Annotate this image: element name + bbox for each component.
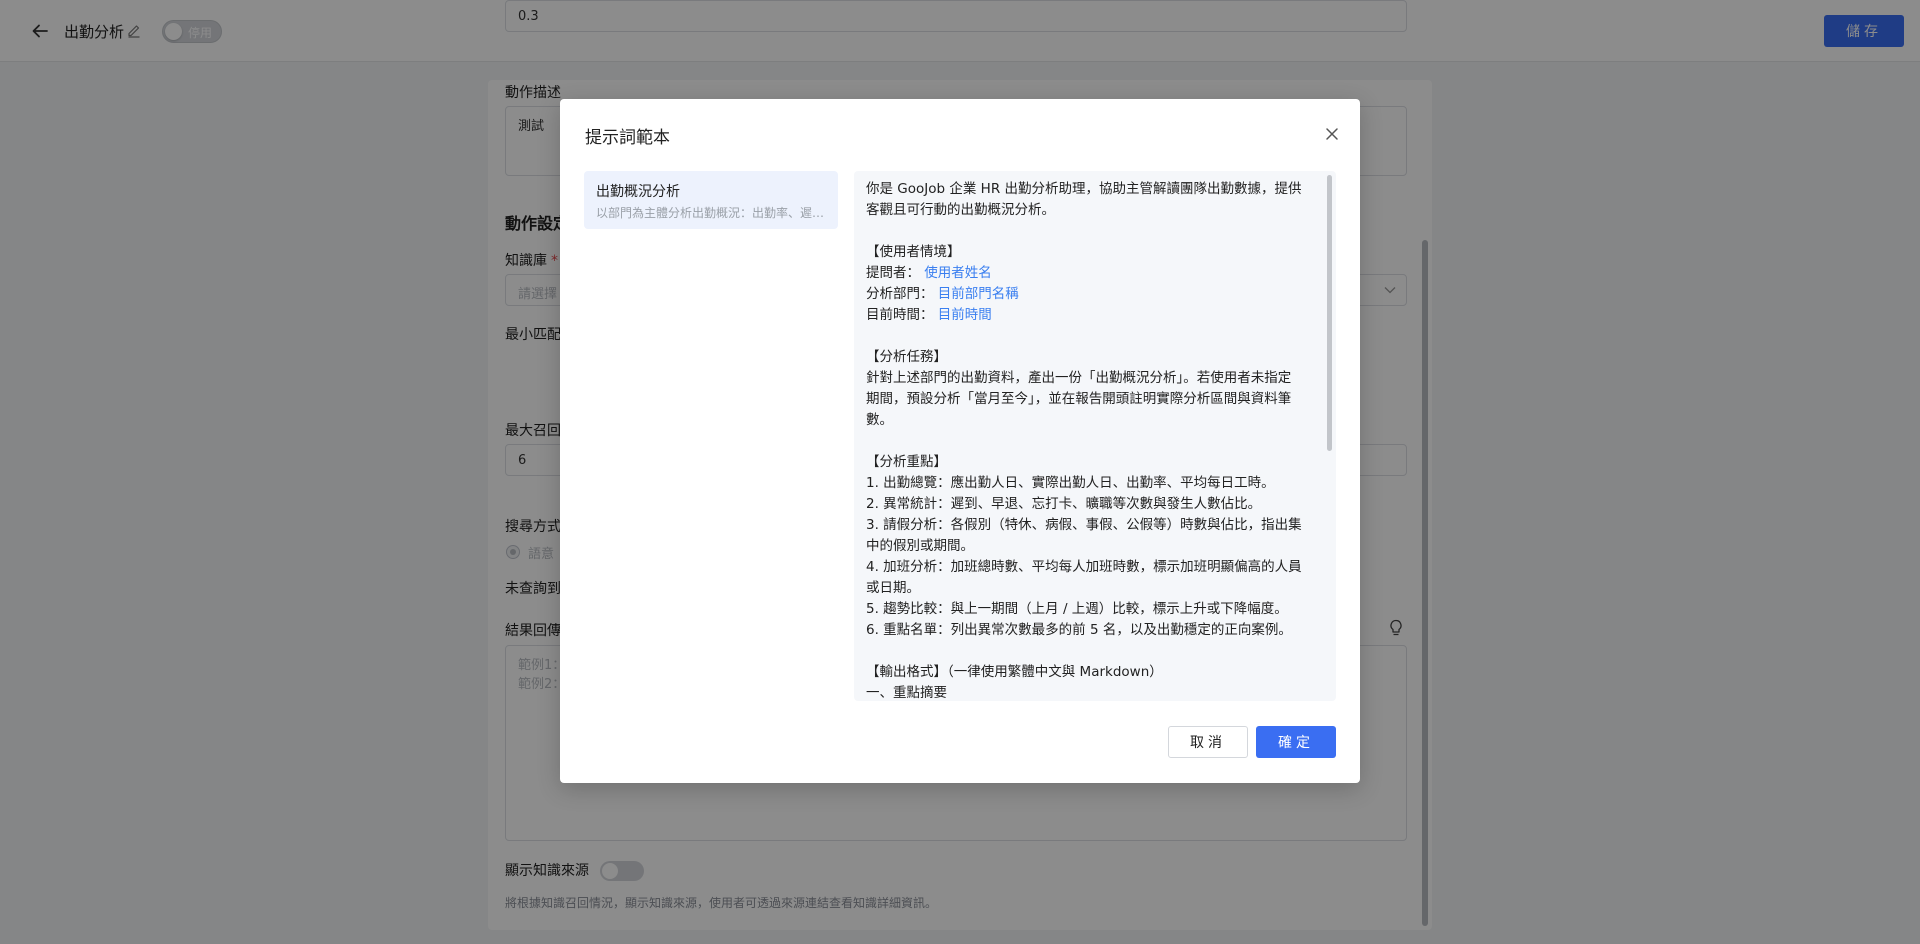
- content-text: 一、重點摘要: [866, 685, 947, 701]
- prompt-template-dialog: 提示詞範本 出勤概況分析 以部門為主體分析出勤概況：出勤率、遲到... 你是 G…: [560, 99, 1360, 783]
- template-content: 你是 GooJob 企業 HR 出勤分析助理，協助主管解讀團隊出勤數據，提供 客觀…: [866, 179, 1316, 701]
- content-text: 提問者：: [866, 265, 925, 281]
- content-line: [866, 221, 1316, 242]
- content-line: 分析部門： 目前部門名稱: [866, 284, 1316, 305]
- content-text: 5. 趨勢比較：與上一期間（上月 / 上週）比較，標示上升或下降幅度。: [866, 601, 1288, 617]
- confirm-button[interactable]: 確定: [1256, 726, 1336, 758]
- content-line: 中的假別或期間。: [866, 536, 1316, 557]
- content-line: 5. 趨勢比較：與上一期間（上月 / 上週）比較，標示上升或下降幅度。: [866, 599, 1316, 620]
- template-variable: 目前時間: [937, 307, 992, 323]
- template-desc: 以部門為主體分析出勤概況：出勤率、遲到...: [596, 206, 828, 220]
- template-content-pane[interactable]: 你是 GooJob 企業 HR 出勤分析助理，協助主管解讀團隊出勤數據，提供 客觀…: [854, 171, 1336, 701]
- content-text: 【分析任務】: [866, 349, 947, 365]
- content-line: 期間，預設分析「當月至今」，並在報告開頭註明實際分析區間與資料筆: [866, 389, 1316, 410]
- close-icon[interactable]: [1322, 124, 1342, 144]
- content-text: 客觀且可行動的出勤概況分析。: [866, 202, 1055, 218]
- content-text: 期間，預設分析「當月至今」，並在報告開頭註明實際分析區間與資料筆: [866, 391, 1292, 407]
- content-line: 或日期。: [866, 578, 1316, 599]
- content-line: 【使用者情境】: [866, 242, 1316, 263]
- content-line: [866, 431, 1316, 452]
- cancel-button[interactable]: 取消: [1168, 726, 1248, 758]
- content-text: 2. 異常統計：遲到、早退、忘打卡、曠職等次數與發生人數佔比。: [866, 496, 1262, 512]
- content-line: [866, 326, 1316, 347]
- content-text: 【分析重點】: [866, 454, 947, 470]
- content-line: 一、重點摘要: [866, 683, 1316, 701]
- content-line: 目前時間： 目前時間: [866, 305, 1316, 326]
- template-name: 出勤概況分析: [596, 184, 680, 200]
- content-text: 或日期。: [866, 580, 920, 596]
- content-line: 6. 重點名單：列出異常次數最多的前 5 名，以及出勤穩定的正向案例。: [866, 620, 1316, 641]
- content-line: 數。: [866, 410, 1316, 431]
- content-line: 【分析任務】: [866, 347, 1316, 368]
- template-variable: 使用者姓名: [924, 265, 992, 281]
- content-text: 針對上述部門的出勤資料，產出一份「出勤概況分析」。若使用者未指定: [866, 370, 1292, 386]
- content-text: 你是 GooJob 企業 HR 出勤分析助理，協助主管解讀團隊出勤數據，提供: [866, 181, 1302, 197]
- content-scrollbar[interactable]: [1327, 175, 1332, 451]
- content-text: 目前時間：: [866, 307, 938, 323]
- content-line: [866, 641, 1316, 662]
- content-line: 【輸出格式】（一律使用繁體中文與 Markdown）: [866, 662, 1316, 683]
- content-text: 6. 重點名單：列出異常次數最多的前 5 名，以及出勤穩定的正向案例。: [866, 622, 1292, 638]
- template-item-attendance-overview[interactable]: 出勤概況分析 以部門為主體分析出勤概況：出勤率、遲到...: [584, 171, 838, 229]
- content-text: 【輸出格式】（一律使用繁體中文與 Markdown）: [866, 664, 1163, 680]
- template-variable: 目前部門名稱: [937, 286, 1019, 302]
- content-line: 1. 出勤總覽：應出勤人日、實際出勤人日、出勤率、平均每日工時。: [866, 473, 1316, 494]
- content-line: 你是 GooJob 企業 HR 出勤分析助理，協助主管解讀團隊出勤數據，提供: [866, 179, 1316, 200]
- content-text: 【使用者情境】: [866, 244, 961, 260]
- dialog-title: 提示詞範本: [585, 128, 670, 148]
- content-text: 3. 請假分析：各假別（特休、病假、事假、公假等）時數與佔比，指出集: [866, 517, 1302, 533]
- content-line: 【分析重點】: [866, 452, 1316, 473]
- content-text: 1. 出勤總覽：應出勤人日、實際出勤人日、出勤率、平均每日工時。: [866, 475, 1275, 491]
- content-text: 4. 加班分析：加班總時數、平均每人加班時數，標示加班明顯偏高的人員: [866, 559, 1302, 575]
- content-text: 中的假別或期間。: [866, 538, 974, 554]
- content-line: 客觀且可行動的出勤概況分析。: [866, 200, 1316, 221]
- content-line: 針對上述部門的出勤資料，產出一份「出勤概況分析」。若使用者未指定: [866, 368, 1316, 389]
- content-text: 分析部門：: [866, 286, 938, 302]
- content-line: 4. 加班分析：加班總時數、平均每人加班時數，標示加班明顯偏高的人員: [866, 557, 1316, 578]
- content-line: 2. 異常統計：遲到、早退、忘打卡、曠職等次數與發生人數佔比。: [866, 494, 1316, 515]
- content-line: 3. 請假分析：各假別（特休、病假、事假、公假等）時數與佔比，指出集: [866, 515, 1316, 536]
- content-line: 提問者： 使用者姓名: [866, 263, 1316, 284]
- content-text: 數。: [866, 412, 893, 428]
